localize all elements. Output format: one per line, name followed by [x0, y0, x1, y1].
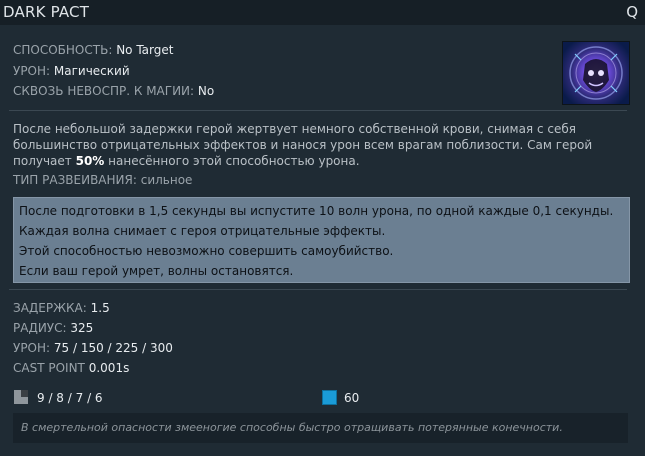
radius-row: РАДИУС: 325 — [13, 321, 93, 335]
lore-box: В смертельной опасности змееногие способ… — [13, 413, 628, 443]
ability-type-label: СПОСОБНОСТЬ: — [13, 43, 113, 57]
tooltip-header: DARK PACT Q — [0, 0, 645, 25]
cast-point-value: 0.001s — [88, 361, 130, 375]
radius-value: 325 — [70, 321, 94, 335]
note-line: После подготовки в 1,5 секунды вы испуст… — [19, 204, 614, 218]
delay-row: ЗАДЕРЖКА: 1.5 — [13, 301, 110, 315]
cooldown-icon — [14, 390, 28, 404]
mana-cost-value: 60 — [344, 391, 360, 405]
mana-icon — [322, 390, 337, 405]
divider — [9, 289, 627, 290]
radius-label: РАДИУС: — [13, 321, 67, 335]
dispel-type-label: ТИП РАЗВЕИВАНИЯ: — [13, 173, 137, 187]
divider — [9, 110, 627, 111]
pierces-immunity-row: СКВОЗЬ НЕВОСПР. К МАГИИ: No — [13, 84, 214, 98]
dark-pact-icon — [562, 41, 630, 105]
delay-label: ЗАДЕРЖКА: — [13, 301, 87, 315]
damage-value: 75 / 150 / 225 / 300 — [53, 341, 173, 355]
damage-row: УРОН: 75 / 150 / 225 / 300 — [13, 341, 173, 355]
dispel-type-value: сильное — [140, 173, 193, 187]
damage-type-row: УРОН: Магический — [13, 64, 130, 78]
note-line: Если ваш герой умрет, волны остановятся. — [19, 264, 294, 278]
note-line: Каждая волна снимает с героя отрицательн… — [19, 224, 386, 238]
ability-type-value: No Target — [116, 43, 174, 57]
description-text-end: нанесённого этой способностью урона. — [104, 154, 360, 168]
ability-notes: После подготовки в 1,5 секунды вы испуст… — [13, 197, 630, 283]
ability-hotkey: Q — [626, 3, 638, 21]
damage-type-value: Магический — [53, 64, 130, 78]
pierces-immunity-value: No — [197, 84, 215, 98]
cooldown-value: 9 / 8 / 7 / 6 — [37, 391, 103, 405]
damage-type-label: УРОН: — [13, 64, 51, 78]
pierces-immunity-label: СКВОЗЬ НЕВОСПР. К МАГИИ: — [13, 84, 195, 98]
damage-label: УРОН: — [13, 341, 51, 355]
lore-text: В смертельной опасности змееногие способ… — [21, 421, 563, 434]
ability-title: DARK PACT — [3, 3, 90, 21]
dispel-type-row: ТИП РАЗВЕИВАНИЯ: сильное — [13, 173, 192, 187]
ability-type-row: СПОСОБНОСТЬ: No Target — [13, 43, 173, 57]
ability-description: После небольшой задержки герой жертвует … — [13, 121, 623, 169]
cast-point-row: CAST POINT 0.001s — [13, 361, 129, 375]
delay-value: 1.5 — [90, 301, 110, 315]
note-line: Этой способностью невозможно совершить с… — [19, 244, 394, 258]
cast-point-label: CAST POINT — [13, 361, 85, 375]
description-highlight: 50% — [75, 154, 105, 168]
